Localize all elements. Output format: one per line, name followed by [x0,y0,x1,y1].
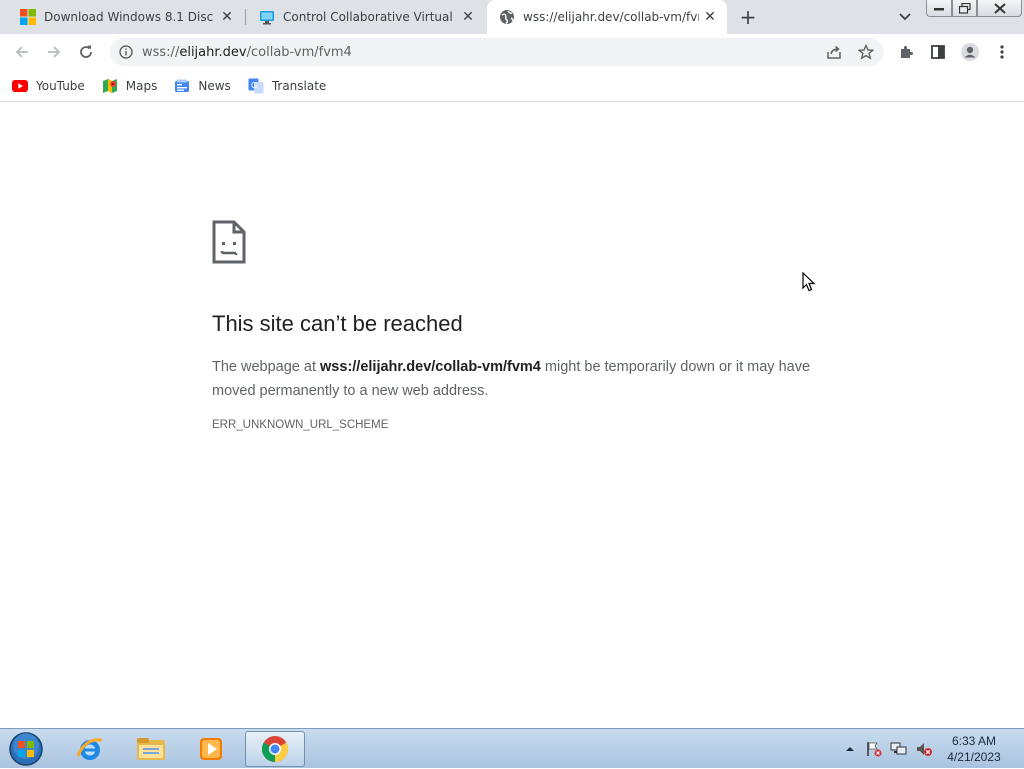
maps-icon [102,78,118,94]
globe-icon [499,9,515,25]
monitor-icon [259,9,275,25]
tab-strip: Download Windows 8.1 Disc Ima ✕ Control … [0,0,1024,34]
network-icon[interactable] [888,729,910,769]
bookmark-label: News [198,78,231,93]
url-text: wss://elijahr.dev/collab-vm/fvm4 [142,45,352,60]
browser-toolbar: wss://elijahr.dev/collab-vm/fvm4 [0,34,1024,70]
address-bar[interactable]: wss://elijahr.dev/collab-vm/fvm4 [110,38,884,66]
info-icon[interactable] [118,44,134,60]
tab-close-icon[interactable]: ✕ [216,6,238,28]
bookmarks-bar: YouTube Maps News G Translate [0,70,1024,102]
bookmark-news[interactable]: News [174,78,231,94]
error-title: This site can’t be reached [212,311,463,336]
tab-close-icon[interactable]: ✕ [457,6,479,28]
bookmark-label: Translate [271,78,327,93]
forward-button[interactable] [42,40,66,64]
taskbar-chrome[interactable] [245,731,305,767]
menu-kebab-icon[interactable] [990,40,1014,64]
clock-time: 6:33 AM [951,734,997,748]
internet-explorer-icon [76,738,103,760]
tab-title: Control Collaborative Virtual Mac [283,10,457,24]
translate-icon: G [248,78,264,94]
bookmark-label: Maps [125,78,158,93]
new-tab-button[interactable]: + [737,5,759,29]
tab-download-windows[interactable]: Download Windows 8.1 Disc Ima ✕ [0,0,244,34]
chrome-icon [261,736,289,763]
tray-show-hidden-icon[interactable] [843,729,857,769]
tab-close-icon[interactable]: ✕ [699,6,721,28]
restore-button[interactable] [952,0,977,17]
tab-title: wss://elijahr.dev/collab-vm/fvm4 [523,10,699,24]
url-host: elijahr.dev [179,44,247,60]
page-content: This site can’t be reached The webpage a… [0,103,1024,728]
bookmark-translate[interactable]: G Translate [248,78,327,94]
taskbar-internet-explorer[interactable] [62,731,118,767]
bookmark-star-icon[interactable] [854,40,878,64]
bookmark-maps[interactable]: Maps [102,78,158,94]
error-description: The webpage at wss://elijahr.dev/collab-… [212,355,822,403]
back-button[interactable] [10,40,34,64]
taskbar-file-explorer[interactable] [123,731,179,767]
window-controls [926,0,1022,18]
tab-search-chevron-icon[interactable] [895,8,915,26]
youtube-icon [12,78,28,94]
bookmark-label: YouTube [36,78,85,93]
side-panel-icon[interactable] [926,40,950,64]
url-scheme: wss:// [142,44,180,60]
share-icon[interactable] [822,40,846,64]
volume-muted-icon[interactable] [913,729,935,769]
bookmark-youtube[interactable]: YouTube [12,78,85,94]
minimize-button[interactable] [926,0,952,17]
profile-avatar-icon[interactable] [958,40,982,64]
action-center-flag-icon[interactable] [864,729,884,769]
clock-date: 4/21/2023 [947,750,1001,764]
system-clock[interactable]: 6:33 AM 4/21/2023 [944,733,1004,765]
tab-control-collaborative[interactable]: Control Collaborative Virtual Mac ✕ [239,0,485,34]
svg-text:G: G [251,81,257,90]
error-desc-prefix: The webpage at [212,359,321,375]
news-icon [174,78,190,94]
start-button[interactable] [6,731,46,767]
taskbar-media-player[interactable] [183,731,239,767]
media-player-icon [200,738,222,760]
tab-title: Download Windows 8.1 Disc Ima [44,10,216,24]
error-desc-url: wss://elijahr.dev/collab-vm/fvm4 [320,359,541,375]
close-window-button[interactable] [977,0,1022,17]
extensions-icon[interactable] [894,40,918,64]
sad-document-icon [212,220,246,264]
folder-icon [137,738,165,760]
windows-taskbar: 6:33 AM 4/21/2023 [0,728,1024,768]
tab-active-wss[interactable]: wss://elijahr.dev/collab-vm/fvm4 ✕ [487,0,727,34]
reload-button[interactable] [74,40,98,64]
windows-logo-icon [20,9,36,25]
mouse-cursor-icon [802,271,816,296]
url-path: /collab-vm/fvm4 [246,44,352,60]
error-code: ERR_UNKNOWN_URL_SCHEME [212,419,389,431]
